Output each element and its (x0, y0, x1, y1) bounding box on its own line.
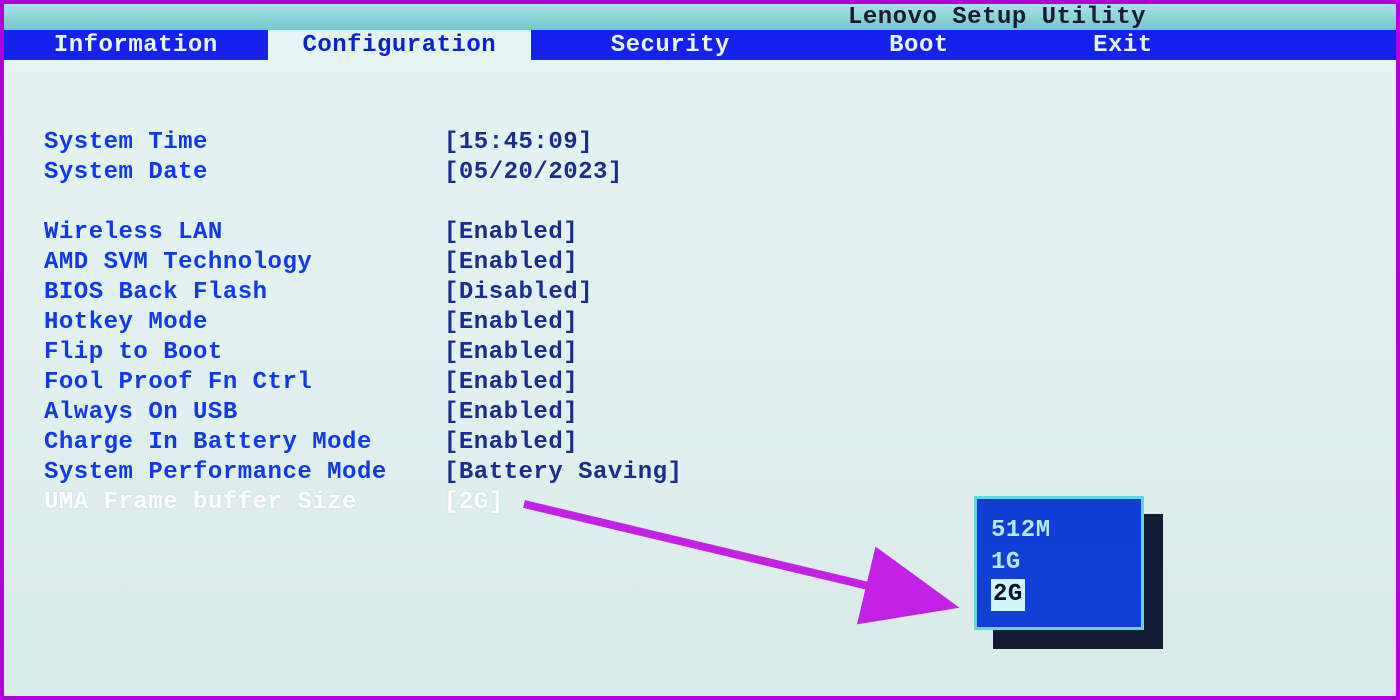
popup-option-2g[interactable]: 2G (991, 579, 1025, 611)
popup-option-1g[interactable]: 1G (991, 547, 1127, 579)
row-system-time[interactable]: System Time [15:45:09] (44, 128, 1396, 158)
setting-label: AMD SVM Technology (44, 248, 444, 278)
setting-value: [15:45:09] (444, 128, 593, 158)
setting-value: [Enabled] (444, 218, 578, 248)
setting-label: Flip to Boot (44, 338, 444, 368)
setting-value: [Enabled] (444, 368, 578, 398)
row-bios-back-flash[interactable]: BIOS Back Flash [Disabled] (44, 278, 1396, 308)
row-system-date[interactable]: System Date [05/20/2023] (44, 158, 1396, 188)
setting-label: Wireless LAN (44, 218, 444, 248)
setting-value: [Disabled] (444, 278, 593, 308)
row-flip-to-boot[interactable]: Flip to Boot [Enabled] (44, 338, 1396, 368)
setting-label: System Date (44, 158, 444, 188)
setting-label: System Performance Mode (44, 458, 444, 488)
tab-label: Information (54, 32, 218, 59)
app-title: Lenovo Setup Utility (848, 4, 1146, 31)
setting-value: [Enabled] (444, 248, 578, 278)
settings-panel: System Time [15:45:09] System Date [05/2… (4, 60, 1396, 518)
tab-label: Configuration (302, 32, 496, 59)
row-amd-svm[interactable]: AMD SVM Technology [Enabled] (44, 248, 1396, 278)
menu-bar: Information Configuration Security Boot … (4, 30, 1396, 60)
tab-exit[interactable]: Exit (1028, 30, 1217, 60)
setting-value: [Enabled] (444, 308, 578, 338)
tab-security[interactable]: Security (531, 30, 809, 60)
row-charge-battery[interactable]: Charge In Battery Mode [Enabled] (44, 428, 1396, 458)
tab-label: Boot (889, 32, 949, 59)
setting-label: System Time (44, 128, 444, 158)
tab-information[interactable]: Information (4, 30, 268, 60)
setting-label: Charge In Battery Mode (44, 428, 444, 458)
bios-window: Lenovo Setup Utility Information Configu… (0, 0, 1400, 700)
row-hotkey-mode[interactable]: Hotkey Mode [Enabled] (44, 308, 1396, 338)
row-wireless-lan[interactable]: Wireless LAN [Enabled] (44, 218, 1396, 248)
setting-value: [Battery Saving] (444, 458, 682, 488)
tab-boot[interactable]: Boot (810, 30, 1029, 60)
setting-value: [2G] (444, 488, 504, 518)
title-bar: Lenovo Setup Utility (4, 4, 1396, 30)
row-uma-frame-buffer[interactable]: UMA Frame buffer Size [2G] (44, 488, 1396, 518)
row-always-on-usb[interactable]: Always On USB [Enabled] (44, 398, 1396, 428)
setting-value: [Enabled] (444, 398, 578, 428)
setting-value: [Enabled] (444, 428, 578, 458)
tab-label: Security (611, 32, 730, 59)
setting-value: [05/20/2023] (444, 158, 623, 188)
popup-option-512m[interactable]: 512M (991, 515, 1127, 547)
row-performance-mode[interactable]: System Performance Mode [Battery Saving] (44, 458, 1396, 488)
setting-label: Always On USB (44, 398, 444, 428)
uma-size-popup: 512M 1G 2G (974, 496, 1144, 630)
setting-label: Hotkey Mode (44, 308, 444, 338)
setting-value: [Enabled] (444, 338, 578, 368)
row-fool-proof-fn[interactable]: Fool Proof Fn Ctrl [Enabled] (44, 368, 1396, 398)
setting-label: Fool Proof Fn Ctrl (44, 368, 444, 398)
setting-label: BIOS Back Flash (44, 278, 444, 308)
tab-configuration[interactable]: Configuration (268, 30, 532, 60)
setting-label: UMA Frame buffer Size (44, 488, 444, 518)
tab-label: Exit (1093, 32, 1153, 59)
